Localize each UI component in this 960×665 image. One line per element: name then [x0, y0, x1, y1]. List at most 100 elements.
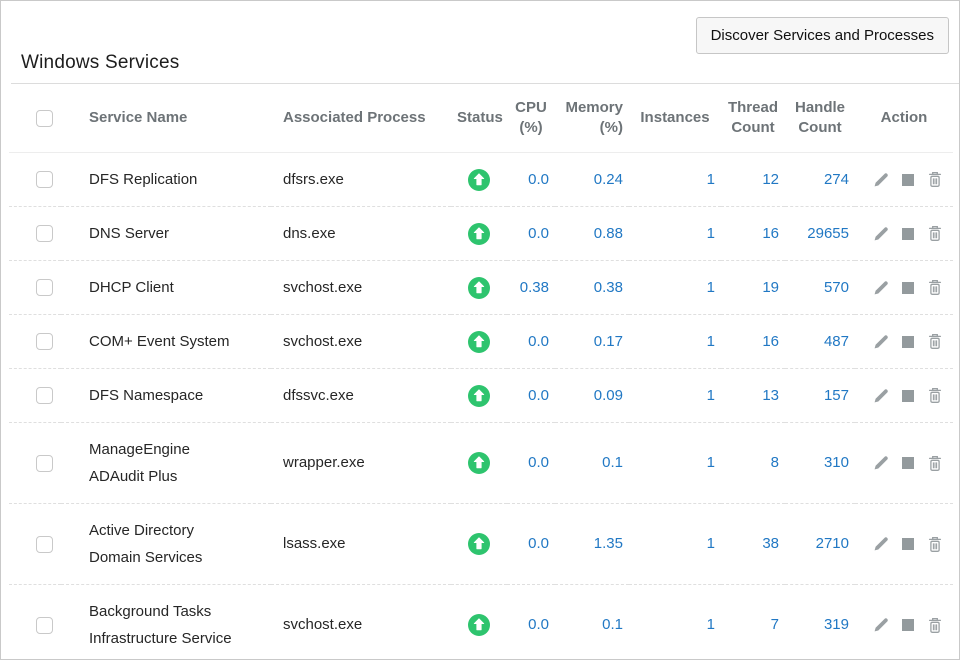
service-name: DHCP Client — [89, 274, 174, 301]
delete-trash-icon[interactable] — [927, 536, 943, 553]
delete-trash-icon[interactable] — [927, 387, 943, 404]
select-all-checkbox[interactable] — [36, 110, 53, 127]
thread-count-value: 38 — [721, 504, 785, 585]
edit-pencil-icon[interactable] — [873, 334, 889, 350]
row-checkbox[interactable] — [36, 536, 53, 553]
delete-trash-icon[interactable] — [927, 333, 943, 350]
thread-count-value: 19 — [721, 261, 785, 315]
service-name: ManageEngine ADAudit Plus — [89, 436, 247, 490]
handle-count-value: 487 — [785, 315, 855, 369]
row-checkbox[interactable] — [36, 279, 53, 296]
stop-square-icon[interactable] — [902, 336, 914, 348]
memory-percent-value: 0.38 — [555, 261, 629, 315]
stop-square-icon[interactable] — [902, 282, 914, 294]
edit-pencil-icon[interactable] — [873, 226, 889, 242]
thread-count-value: 12 — [721, 153, 785, 207]
table-row: DNS Server dns.exe 0.0 0.88 1 16 29655 — [9, 207, 953, 261]
row-checkbox[interactable] — [36, 333, 53, 350]
thread-count-value: 8 — [721, 423, 785, 504]
status-up-arrow-circle-icon — [468, 331, 490, 353]
instances-value: 1 — [629, 423, 721, 504]
discover-services-button[interactable]: Discover Services and Processes — [696, 17, 949, 54]
column-header-service-name: Service Name — [61, 84, 271, 153]
services-table-body: DFS Replication dfsrs.exe 0.0 0.24 1 12 … — [9, 153, 953, 665]
associated-process: wrapper.exe — [271, 423, 451, 504]
service-name: DFS Namespace — [89, 382, 203, 409]
thread-count-value: 16 — [721, 315, 785, 369]
memory-percent-value: 1.35 — [555, 504, 629, 585]
edit-pencil-icon[interactable] — [873, 172, 889, 188]
memory-percent-value: 0.88 — [555, 207, 629, 261]
column-header-status: Status — [451, 84, 507, 153]
service-name: Background Tasks Infrastructure Service — [89, 598, 247, 652]
row-checkbox[interactable] — [36, 617, 53, 634]
associated-process: dns.exe — [271, 207, 451, 261]
stop-square-icon[interactable] — [902, 228, 914, 240]
stop-square-icon[interactable] — [902, 457, 914, 469]
table-row: DFS Replication dfsrs.exe 0.0 0.24 1 12 … — [9, 153, 953, 207]
stop-square-icon[interactable] — [902, 619, 914, 631]
instances-value: 1 — [629, 585, 721, 665]
edit-pencil-icon[interactable] — [873, 455, 889, 471]
associated-process: svchost.exe — [271, 315, 451, 369]
stop-square-icon[interactable] — [902, 174, 914, 186]
memory-percent-value: 0.1 — [555, 585, 629, 665]
service-name: DFS Replication — [89, 166, 197, 193]
status-up-arrow-circle-icon — [468, 452, 490, 474]
column-header-cpu: CPU (%) — [507, 84, 555, 153]
status-up-arrow-circle-icon — [468, 533, 490, 555]
associated-process: dfsrs.exe — [271, 153, 451, 207]
row-checkbox[interactable] — [36, 387, 53, 404]
status-up-arrow-circle-icon — [468, 223, 490, 245]
handle-count-value: 29655 — [785, 207, 855, 261]
associated-process: dfssvc.exe — [271, 369, 451, 423]
memory-percent-value: 0.1 — [555, 423, 629, 504]
delete-trash-icon[interactable] — [927, 617, 943, 634]
instances-value: 1 — [629, 369, 721, 423]
instances-value: 1 — [629, 315, 721, 369]
instances-value: 1 — [629, 261, 721, 315]
edit-pencil-icon[interactable] — [873, 617, 889, 633]
edit-pencil-icon[interactable] — [873, 388, 889, 404]
handle-count-value: 2710 — [785, 504, 855, 585]
delete-trash-icon[interactable] — [927, 171, 943, 188]
associated-process: svchost.exe — [271, 261, 451, 315]
table-row: COM+ Event System svchost.exe 0.0 0.17 1… — [9, 315, 953, 369]
handle-count-value: 319 — [785, 585, 855, 665]
stop-square-icon[interactable] — [902, 390, 914, 402]
thread-count-value: 16 — [721, 207, 785, 261]
cpu-percent-value: 0.0 — [507, 423, 555, 504]
cpu-percent-value: 0.0 — [507, 369, 555, 423]
memory-percent-value: 0.17 — [555, 315, 629, 369]
delete-trash-icon[interactable] — [927, 455, 943, 472]
edit-pencil-icon[interactable] — [873, 280, 889, 296]
row-checkbox[interactable] — [36, 455, 53, 472]
status-up-arrow-circle-icon — [468, 614, 490, 636]
column-header-instances: Instances — [629, 84, 721, 153]
windows-services-panel: Discover Services and Processes Windows … — [1, 52, 959, 665]
delete-trash-icon[interactable] — [927, 225, 943, 242]
handle-count-value: 157 — [785, 369, 855, 423]
cpu-percent-value: 0.0 — [507, 207, 555, 261]
table-row: DFS Namespace dfssvc.exe 0.0 0.09 1 13 1… — [9, 369, 953, 423]
memory-percent-value: 0.09 — [555, 369, 629, 423]
cpu-percent-value: 0.0 — [507, 315, 555, 369]
cpu-percent-value: 0.0 — [507, 504, 555, 585]
associated-process: svchost.exe — [271, 585, 451, 665]
status-up-arrow-circle-icon — [468, 277, 490, 299]
memory-percent-value: 0.24 — [555, 153, 629, 207]
handle-count-value: 310 — [785, 423, 855, 504]
stop-square-icon[interactable] — [902, 538, 914, 550]
table-row: Background Tasks Infrastructure Service … — [9, 585, 953, 665]
status-up-arrow-circle-icon — [468, 385, 490, 407]
row-checkbox[interactable] — [36, 171, 53, 188]
instances-value: 1 — [629, 207, 721, 261]
page-title: Windows Services — [21, 52, 959, 74]
handle-count-value: 274 — [785, 153, 855, 207]
associated-process: lsass.exe — [271, 504, 451, 585]
edit-pencil-icon[interactable] — [873, 536, 889, 552]
table-header-row: Service Name Associated Process Status C… — [9, 84, 953, 153]
delete-trash-icon[interactable] — [927, 279, 943, 296]
row-checkbox[interactable] — [36, 225, 53, 242]
cpu-percent-value: 0.38 — [507, 261, 555, 315]
